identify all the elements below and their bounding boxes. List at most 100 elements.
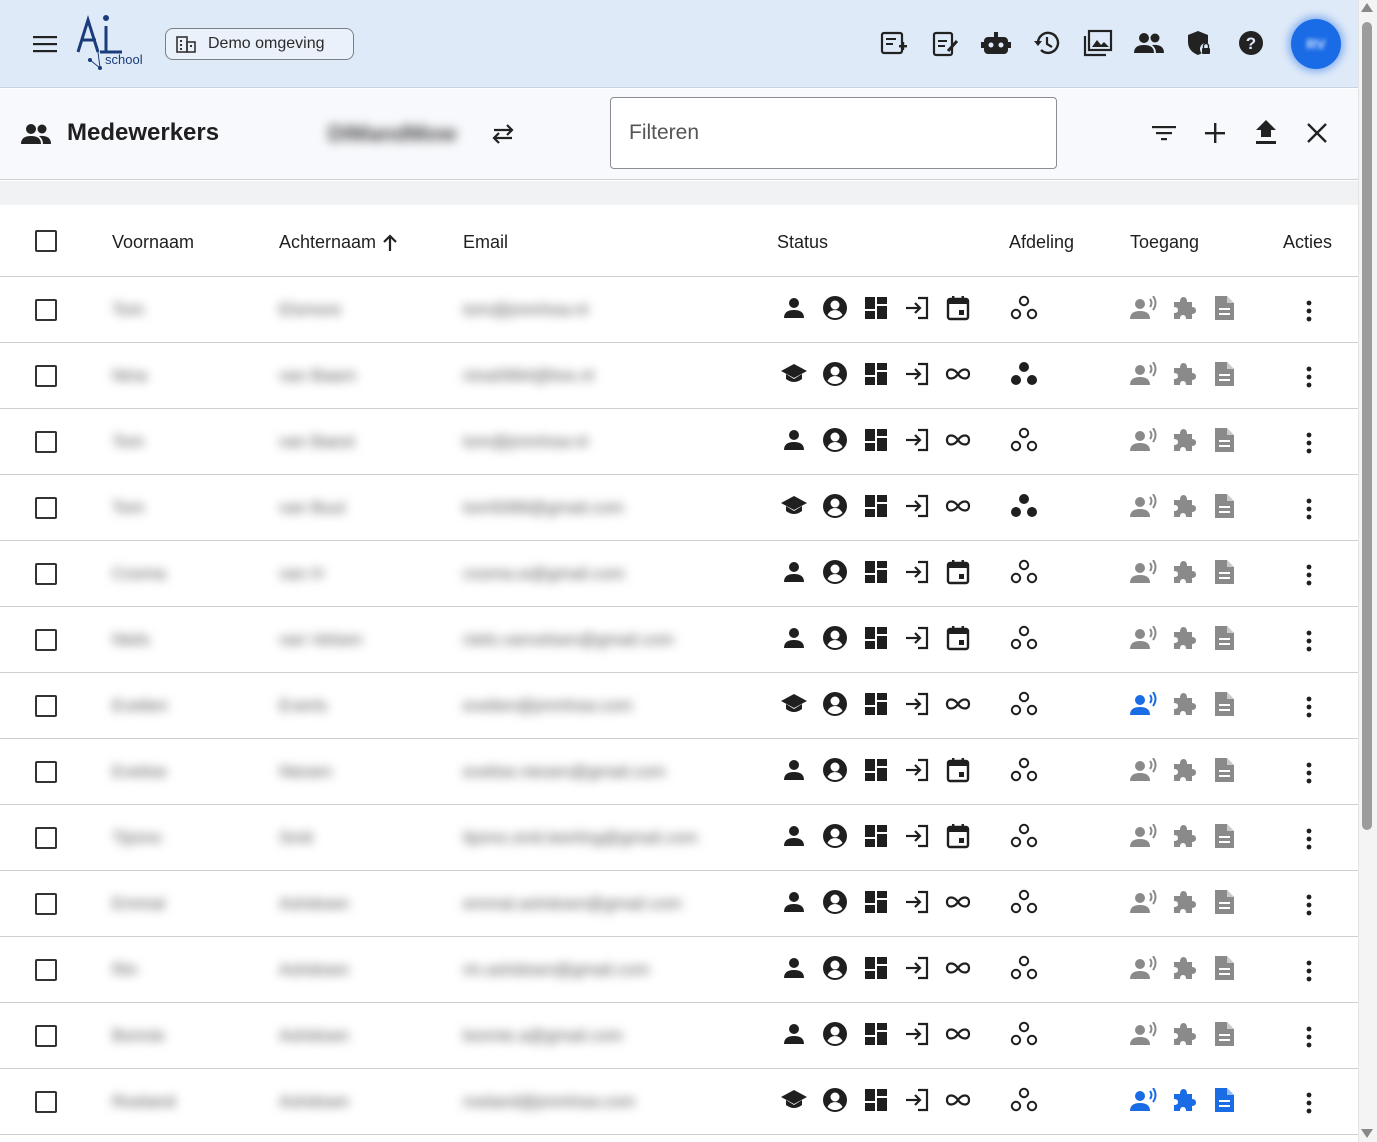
description-icon[interactable]	[1208, 491, 1239, 521]
column-header-lastname[interactable]: Achternaam	[279, 232, 398, 253]
row-checkbox[interactable]	[35, 827, 57, 849]
extension-icon[interactable]	[1168, 1085, 1199, 1115]
description-icon[interactable]	[1208, 887, 1239, 917]
environment-chip[interactable]: Demo omgeving	[165, 28, 354, 60]
scrollbar-thumb[interactable]	[1362, 22, 1372, 830]
more-vert-icon[interactable]	[1296, 758, 1322, 788]
description-icon[interactable]	[1208, 821, 1239, 851]
table-row[interactable]: Rin Ashdown rin.ashdown@gmail.com	[0, 937, 1358, 1003]
description-icon[interactable]	[1208, 359, 1239, 389]
record-voice-icon[interactable]	[1128, 491, 1159, 521]
row-checkbox[interactable]	[35, 1025, 57, 1047]
row-checkbox[interactable]	[35, 893, 57, 915]
row-checkbox[interactable]	[35, 431, 57, 453]
extension-icon[interactable]	[1168, 887, 1199, 917]
more-vert-icon[interactable]	[1296, 1088, 1322, 1118]
table-row[interactable]: Evelise Niesen evelise.niesen@gmail.com	[0, 739, 1358, 805]
description-icon[interactable]	[1208, 425, 1239, 455]
history-icon[interactable]	[1031, 26, 1063, 60]
user-avatar[interactable]: RV	[1291, 19, 1341, 69]
record-voice-icon[interactable]	[1128, 887, 1159, 917]
extension-icon[interactable]	[1168, 425, 1199, 455]
row-checkbox[interactable]	[35, 959, 57, 981]
more-vert-icon[interactable]	[1296, 428, 1322, 458]
more-vert-icon[interactable]	[1296, 626, 1322, 656]
extension-icon[interactable]	[1168, 359, 1199, 389]
row-checkbox[interactable]	[35, 299, 57, 321]
more-vert-icon[interactable]	[1296, 692, 1322, 722]
description-icon[interactable]	[1208, 953, 1239, 983]
extension-icon[interactable]	[1168, 557, 1199, 587]
table-row[interactable]: Emmal Ashdown emmal.ashdown@gmail.com	[0, 871, 1358, 937]
row-checkbox[interactable]	[35, 497, 57, 519]
record-voice-icon[interactable]	[1128, 755, 1159, 785]
extension-icon[interactable]	[1168, 755, 1199, 785]
record-voice-icon[interactable]	[1128, 821, 1159, 851]
record-voice-icon[interactable]	[1128, 557, 1159, 587]
more-vert-icon[interactable]	[1296, 1022, 1322, 1052]
more-vert-icon[interactable]	[1296, 956, 1322, 986]
filter-list-icon[interactable]	[1148, 116, 1179, 150]
extension-icon[interactable]	[1168, 293, 1199, 323]
extension-icon[interactable]	[1168, 623, 1199, 653]
playlist-add-icon[interactable]	[878, 26, 910, 60]
more-vert-icon[interactable]	[1296, 494, 1322, 524]
filter-input[interactable]	[610, 97, 1057, 169]
row-checkbox[interactable]	[35, 695, 57, 717]
row-checkbox[interactable]	[35, 629, 57, 651]
scroll-down-arrow[interactable]	[1361, 1129, 1373, 1138]
description-icon[interactable]	[1208, 1019, 1239, 1049]
table-row[interactable]: Nina van Baarn nina5994@live.nl	[0, 343, 1358, 409]
record-voice-icon[interactable]	[1128, 425, 1159, 455]
table-row[interactable]: Roeland Ashdown roeland@jmmhsw.com	[0, 1069, 1358, 1135]
table-row[interactable]: Tom Elsmore tom@jmmhsw.nl	[0, 277, 1358, 343]
record-voice-icon[interactable]	[1128, 293, 1159, 323]
table-row[interactable]: Tom van Baest tom@jmmhsw.nl	[0, 409, 1358, 475]
extension-icon[interactable]	[1168, 491, 1199, 521]
description-icon[interactable]	[1208, 689, 1239, 719]
record-voice-icon[interactable]	[1128, 1085, 1159, 1115]
column-header-firstname[interactable]: Voornaam	[112, 232, 194, 253]
column-header-status[interactable]: Status	[777, 232, 828, 253]
more-vert-icon[interactable]	[1296, 890, 1322, 920]
shield-lock-icon[interactable]	[1184, 26, 1216, 60]
description-icon[interactable]	[1208, 557, 1239, 587]
column-header-access[interactable]: Toegang	[1130, 232, 1199, 253]
table-row[interactable]: Tom van Buul tom5088@gmail.com	[0, 475, 1358, 541]
group-icon[interactable]	[1133, 26, 1165, 60]
column-header-department[interactable]: Afdeling	[1009, 232, 1074, 253]
upload-icon[interactable]	[1250, 116, 1281, 150]
record-voice-icon[interactable]	[1128, 953, 1159, 983]
ai-school-logo[interactable]: school	[70, 12, 150, 74]
add-icon[interactable]	[1199, 116, 1230, 150]
row-checkbox[interactable]	[35, 1091, 57, 1113]
extension-icon[interactable]	[1168, 953, 1199, 983]
close-icon[interactable]	[1301, 116, 1332, 150]
menu-icon[interactable]	[30, 28, 62, 60]
record-voice-icon[interactable]	[1128, 359, 1159, 389]
row-checkbox[interactable]	[35, 563, 57, 585]
record-voice-icon[interactable]	[1128, 689, 1159, 719]
row-checkbox[interactable]	[35, 365, 57, 387]
description-icon[interactable]	[1208, 755, 1239, 785]
description-icon[interactable]	[1208, 623, 1239, 653]
robot-icon[interactable]	[980, 26, 1012, 60]
extension-icon[interactable]	[1168, 1019, 1199, 1049]
table-row[interactable]: Bonnie Ashdown bonnie.a@gmail.com	[0, 1003, 1358, 1069]
help-icon[interactable]: ?	[1235, 26, 1267, 60]
extension-icon[interactable]	[1168, 689, 1199, 719]
column-header-email[interactable]: Email	[463, 232, 508, 253]
table-row[interactable]: Cosma van H cosma.w@gmail.com	[0, 541, 1358, 607]
photo-library-icon[interactable]	[1082, 26, 1114, 60]
table-row[interactable]: Evelien Everts evelien@jmmhsw.com	[0, 673, 1358, 739]
select-all-checkbox[interactable]	[35, 230, 57, 252]
record-voice-icon[interactable]	[1128, 1019, 1159, 1049]
description-icon[interactable]	[1208, 1085, 1239, 1115]
description-icon[interactable]	[1208, 293, 1239, 323]
scroll-up-arrow[interactable]	[1361, 3, 1373, 12]
row-checkbox[interactable]	[35, 761, 57, 783]
assignment-edit-icon[interactable]	[929, 26, 961, 60]
extension-icon[interactable]	[1168, 821, 1199, 851]
record-voice-icon[interactable]	[1128, 623, 1159, 653]
more-vert-icon[interactable]	[1296, 560, 1322, 590]
